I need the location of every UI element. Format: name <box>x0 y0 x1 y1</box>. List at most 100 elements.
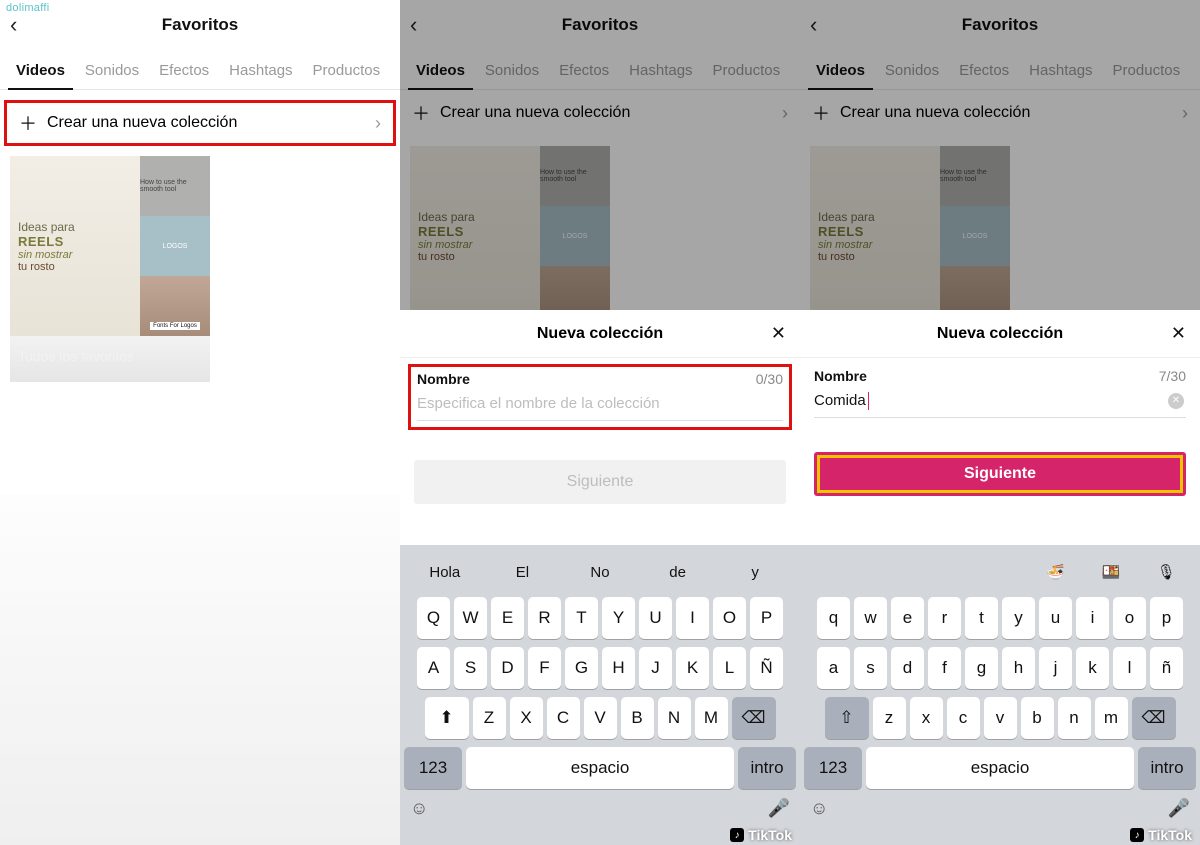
tab-productos[interactable]: Productos <box>705 62 789 89</box>
intro-key[interactable]: intro <box>738 747 796 789</box>
key-x[interactable]: X <box>510 697 543 739</box>
back-icon[interactable]: ‹ <box>410 12 417 38</box>
collection-card-all-favorites[interactable]: Ideas para REELS sin mostrar tu rosto Ho… <box>810 146 1010 326</box>
key-y[interactable]: y <box>1002 597 1035 639</box>
collection-card-all-favorites[interactable]: Ideas para REELS sin mostrar tu rosto Ho… <box>10 156 210 382</box>
key-p[interactable]: P <box>750 597 783 639</box>
key-w[interactable]: W <box>454 597 487 639</box>
tab-videos[interactable]: Videos <box>408 62 473 89</box>
key-j[interactable]: J <box>639 647 672 689</box>
tab-efectos[interactable]: Efectos <box>551 62 617 89</box>
key-q[interactable]: q <box>817 597 850 639</box>
tab-sonidos[interactable]: Sonidos <box>77 62 147 89</box>
key-t[interactable]: T <box>565 597 598 639</box>
tab-efectos[interactable]: Efectos <box>151 62 217 89</box>
tab-efectos[interactable]: Efectos <box>951 62 1017 89</box>
keyboard-suggestion-bar[interactable]: Hola El No de y <box>400 551 800 593</box>
key-x[interactable]: x <box>910 697 943 739</box>
back-icon[interactable]: ‹ <box>10 12 17 38</box>
key-a[interactable]: a <box>817 647 850 689</box>
backspace-key[interactable]: ⌫ <box>732 697 776 739</box>
key-i[interactable]: I <box>676 597 709 639</box>
emoji-icon[interactable]: ☺ <box>810 798 828 819</box>
spacebar-key[interactable]: espacio <box>466 747 734 789</box>
key-q[interactable]: Q <box>417 597 450 639</box>
key-n[interactable]: N <box>658 697 691 739</box>
key-k[interactable]: K <box>676 647 709 689</box>
tab-hashtags[interactable]: Hashtags <box>1021 62 1100 89</box>
key-l[interactable]: L <box>713 647 746 689</box>
key-d[interactable]: d <box>891 647 924 689</box>
key-ñ[interactable]: ñ <box>1150 647 1183 689</box>
mic-icon[interactable]: 🎤 <box>768 798 790 819</box>
key-m[interactable]: M <box>695 697 728 739</box>
close-icon[interactable]: ✕ <box>771 323 786 344</box>
keyboard[interactable]: 🍜 🍱 🎙 qwertyuiop asdfghjklñ ⇧ zxcvbnm ⌫ … <box>800 545 1200 845</box>
key-o[interactable]: o <box>1113 597 1146 639</box>
key-o[interactable]: O <box>713 597 746 639</box>
key-u[interactable]: U <box>639 597 672 639</box>
key-u[interactable]: u <box>1039 597 1072 639</box>
key-m[interactable]: m <box>1095 697 1128 739</box>
mic-icon[interactable]: 🎤 <box>1168 798 1190 819</box>
collection-name-input[interactable]: Comida ✕ <box>814 384 1186 418</box>
key-e[interactable]: e <box>891 597 924 639</box>
create-collection-row[interactable]: ＋ Crear una nueva colección › <box>4 100 396 146</box>
key-s[interactable]: s <box>854 647 887 689</box>
tab-sonidos[interactable]: Sonidos <box>477 62 547 89</box>
tab-sonidos[interactable]: Sonidos <box>877 62 947 89</box>
tab-productos[interactable]: Productos <box>305 62 389 89</box>
key-g[interactable]: g <box>965 647 998 689</box>
key-c[interactable]: C <box>547 697 580 739</box>
create-collection-row[interactable]: ＋ Crear una nueva colección › <box>800 90 1200 136</box>
emoji-icon[interactable]: ☺ <box>410 798 428 819</box>
shift-key[interactable]: ⬆ <box>425 697 469 739</box>
key-z[interactable]: z <box>873 697 906 739</box>
create-collection-row[interactable]: ＋ Crear una nueva colección › <box>400 90 800 136</box>
key-p[interactable]: p <box>1150 597 1183 639</box>
key-k[interactable]: k <box>1076 647 1109 689</box>
key-r[interactable]: R <box>528 597 561 639</box>
numbers-key[interactable]: 123 <box>404 747 462 789</box>
key-t[interactable]: t <box>965 597 998 639</box>
key-l[interactable]: l <box>1113 647 1146 689</box>
next-button[interactable]: Siguiente <box>414 460 786 504</box>
collection-card-all-favorites[interactable]: Ideas para REELS sin mostrar tu rosto Ho… <box>410 146 610 326</box>
tab-productos[interactable]: Productos <box>1105 62 1189 89</box>
key-f[interactable]: f <box>928 647 961 689</box>
keyboard[interactable]: Hola El No de y QWERTYUIOP ASDFGHJKLÑ ⬆ … <box>400 545 800 845</box>
key-v[interactable]: v <box>984 697 1017 739</box>
key-h[interactable]: H <box>602 647 635 689</box>
key-b[interactable]: B <box>621 697 654 739</box>
key-c[interactable]: c <box>947 697 980 739</box>
key-b[interactable]: b <box>1021 697 1054 739</box>
keyboard-suggestion-bar[interactable]: 🍜 🍱 🎙 <box>800 551 1200 593</box>
close-icon[interactable]: ✕ <box>1171 323 1186 344</box>
tab-videos[interactable]: Videos <box>8 62 73 89</box>
tab-hashtags[interactable]: Hashtags <box>621 62 700 89</box>
spacebar-key[interactable]: espacio <box>866 747 1134 789</box>
key-d[interactable]: D <box>491 647 524 689</box>
key-h[interactable]: h <box>1002 647 1035 689</box>
key-j[interactable]: j <box>1039 647 1072 689</box>
clear-input-icon[interactable]: ✕ <box>1168 393 1184 409</box>
tab-hashtags[interactable]: Hashtags <box>221 62 300 89</box>
key-z[interactable]: Z <box>473 697 506 739</box>
key-ñ[interactable]: Ñ <box>750 647 783 689</box>
intro-key[interactable]: intro <box>1138 747 1196 789</box>
backspace-key[interactable]: ⌫ <box>1132 697 1176 739</box>
key-f[interactable]: F <box>528 647 561 689</box>
key-v[interactable]: V <box>584 697 617 739</box>
key-n[interactable]: n <box>1058 697 1091 739</box>
key-e[interactable]: E <box>491 597 524 639</box>
collection-name-input[interactable]: Especifica el nombre de la colección <box>417 387 783 421</box>
tab-videos[interactable]: Videos <box>808 62 873 89</box>
key-g[interactable]: G <box>565 647 598 689</box>
key-y[interactable]: Y <box>602 597 635 639</box>
key-i[interactable]: i <box>1076 597 1109 639</box>
key-s[interactable]: S <box>454 647 487 689</box>
key-r[interactable]: r <box>928 597 961 639</box>
key-a[interactable]: A <box>417 647 450 689</box>
back-icon[interactable]: ‹ <box>810 12 817 38</box>
numbers-key[interactable]: 123 <box>804 747 862 789</box>
